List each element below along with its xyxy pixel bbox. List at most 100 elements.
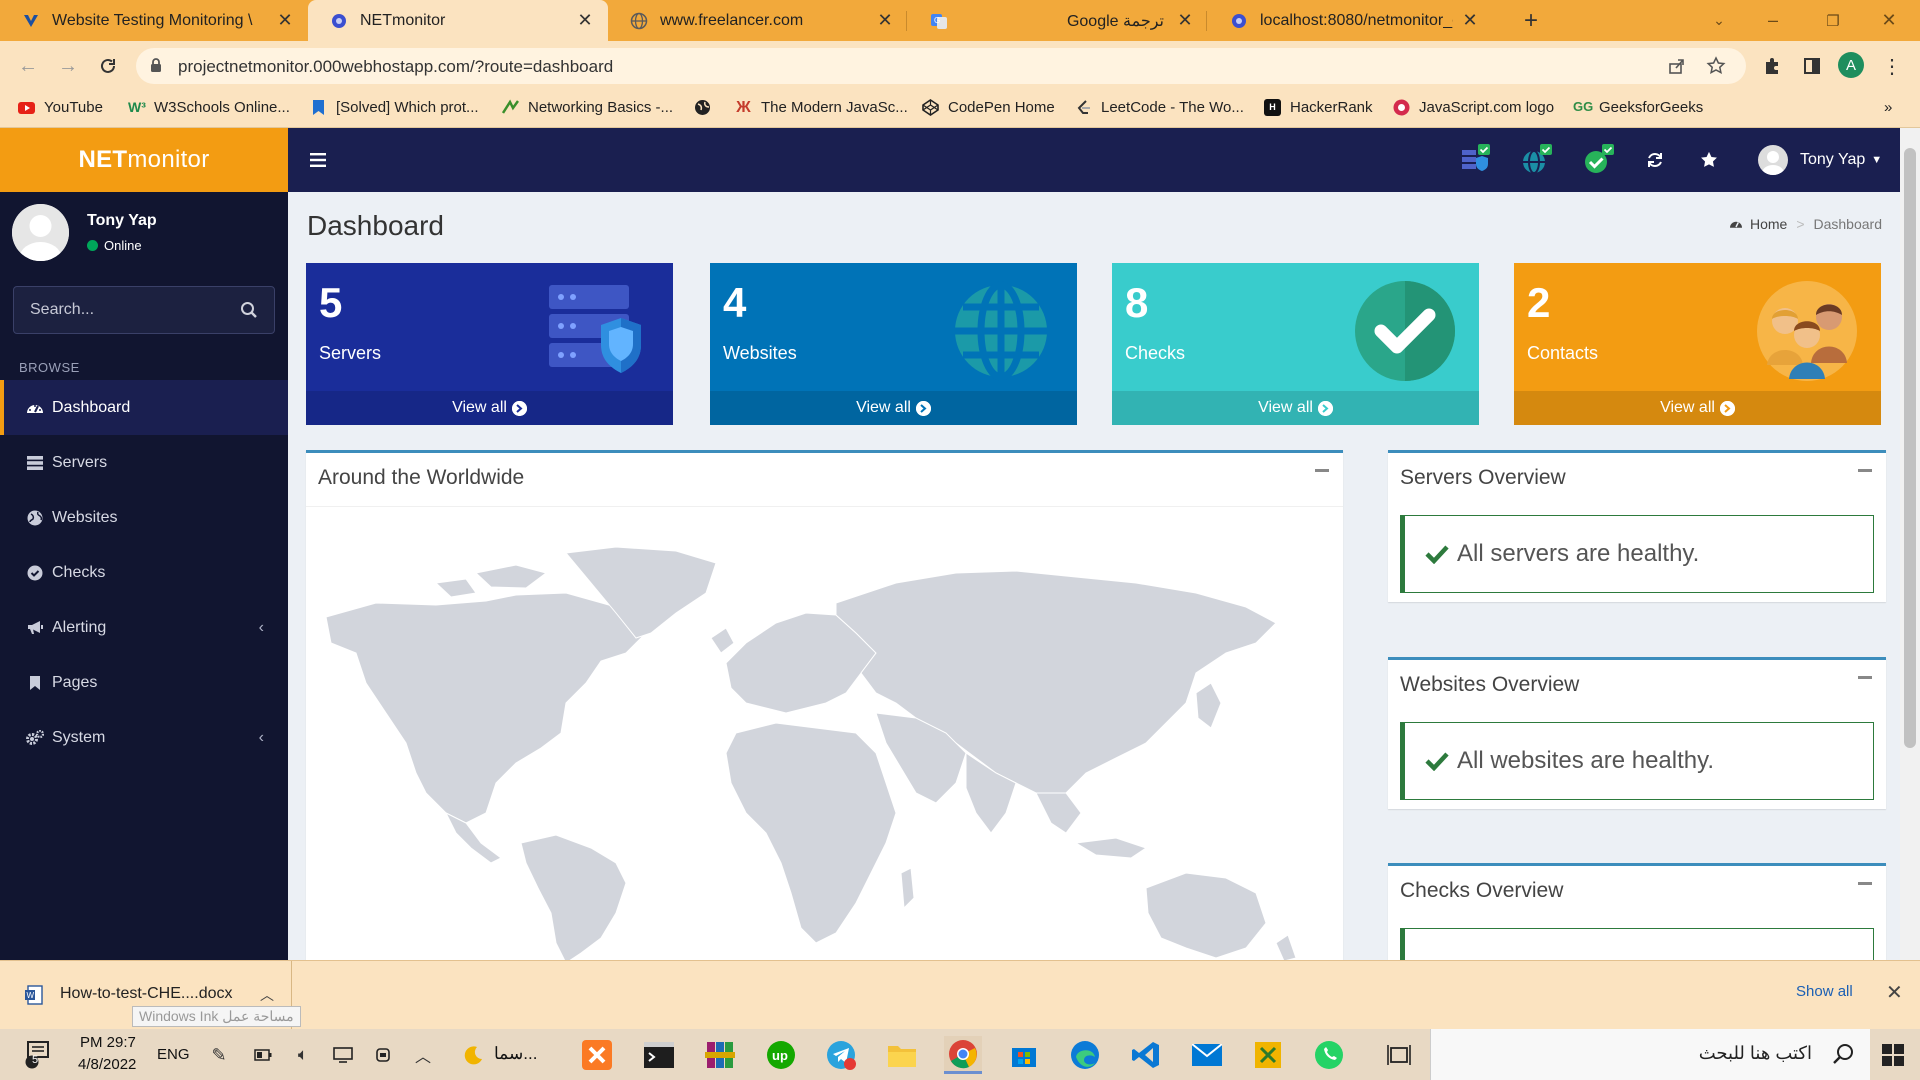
side-panel-button[interactable] <box>1796 50 1828 82</box>
mail-app[interactable] <box>1188 1036 1226 1074</box>
view-all-checks-link[interactable]: View all <box>1112 391 1479 425</box>
sidebar-item-dashboard[interactable]: Dashboard <box>0 380 288 435</box>
weather-moon-icon[interactable] <box>454 1036 492 1074</box>
sidebar-item-system[interactable]: System ‹ <box>0 710 288 765</box>
snipping-app[interactable] <box>1249 1036 1287 1074</box>
favorites-button[interactable] <box>1691 142 1727 178</box>
tab-favicon <box>1232 13 1246 28</box>
breadcrumb-home[interactable]: Home <box>1750 216 1787 232</box>
bookmark-geeksforgeeks[interactable]: GG GeeksforGeeks <box>1573 99 1703 116</box>
tab-google-translate[interactable]: G Google ترجمة ✕ <box>908 0 1208 41</box>
clock-time[interactable]: PM 29:7 <box>80 1034 136 1051</box>
upwork-app[interactable]: up <box>762 1036 800 1074</box>
websites-status-button[interactable] <box>1518 142 1554 178</box>
close-icon[interactable]: ✕ <box>276 10 294 31</box>
bookmark-solved[interactable]: [Solved] Which prot... <box>310 99 479 116</box>
telegram-app[interactable] <box>822 1036 860 1074</box>
view-all-servers-link[interactable]: View all <box>306 391 673 425</box>
chrome-menu-button[interactable]: ⋮ <box>1876 50 1908 82</box>
scrollbar-thumb[interactable] <box>1904 148 1916 748</box>
xampp-app[interactable] <box>578 1036 616 1074</box>
file-explorer-app[interactable] <box>883 1036 921 1074</box>
reload-button[interactable] <box>92 50 124 82</box>
tab-localhost[interactable]: localhost:8080/netmonitor_code/ ✕ <box>1208 0 1493 41</box>
refresh-button[interactable] <box>1637 142 1673 178</box>
search-input[interactable] <box>14 287 224 333</box>
sidebar-item-alerting[interactable]: Alerting ‹ <box>0 600 288 655</box>
chrome-icon <box>949 1039 977 1068</box>
search-icon[interactable] <box>240 301 258 319</box>
chevron-up-icon[interactable]: ︿ <box>404 1036 442 1074</box>
start-button[interactable] <box>1874 1036 1912 1074</box>
address-bar[interactable]: projectnetmonitor.000webhostapp.com/?rou… <box>136 48 1746 84</box>
world-map[interactable] <box>316 543 1336 960</box>
language-indicator[interactable]: ENG <box>157 1046 190 1063</box>
bookmark-modern-js[interactable]: Ж The Modern JavaSc... <box>735 99 907 116</box>
sidebar-item-servers[interactable]: Servers <box>0 435 288 490</box>
network-icon[interactable] <box>324 1036 362 1074</box>
forward-button[interactable]: → <box>52 50 84 82</box>
sidebar-item-websites[interactable]: Websites <box>0 490 288 545</box>
bookmark-javascript[interactable]: JavaScript.com logo <box>1393 99 1554 116</box>
volume-icon[interactable]: 🔈︎ <box>284 1036 322 1074</box>
sidebar-item-checks[interactable]: Checks <box>0 545 288 600</box>
meet-now-icon[interactable] <box>364 1036 402 1074</box>
chrome-app[interactable] <box>944 1036 982 1074</box>
windows-ink-button[interactable]: ✎ <box>200 1036 238 1074</box>
show-all-downloads-button[interactable]: Show all <box>1796 983 1853 1000</box>
tab-search-button[interactable]: ⌄ <box>1696 0 1742 41</box>
task-view-button[interactable] <box>1380 1036 1418 1074</box>
bookmark-globe[interactable] <box>694 99 720 116</box>
edge-app[interactable] <box>1066 1036 1104 1074</box>
whatsapp-app[interactable] <box>1310 1036 1348 1074</box>
close-icon[interactable]: ✕ <box>876 10 894 31</box>
vscode-app[interactable] <box>1127 1036 1165 1074</box>
clock-date[interactable]: 4/8/2022 <box>78 1056 136 1073</box>
battery-icon[interactable] <box>244 1036 282 1074</box>
terminal-app[interactable] <box>640 1036 678 1074</box>
bookmark-hackerrank[interactable]: H HackerRank <box>1264 99 1373 116</box>
bookmark-youtube[interactable]: YouTube <box>18 99 103 116</box>
sidebar-toggle-button[interactable] <box>300 142 336 178</box>
user-menu-button[interactable]: Tony Yap ▼ <box>1758 142 1882 178</box>
sidebar-item-pages[interactable]: Pages <box>0 655 288 710</box>
extensions-button[interactable] <box>1756 50 1788 82</box>
minimize-icon[interactable] <box>1858 469 1872 472</box>
restore-button[interactable]: ❐ <box>1810 0 1856 41</box>
app-logo[interactable]: NET monitor <box>0 128 288 192</box>
share-icon[interactable] <box>1668 57 1686 75</box>
taskbar-search[interactable]: اكتب هنا للبحث <box>1430 1029 1870 1080</box>
tab-netmonitor[interactable]: NETmonitor ✕ <box>308 0 608 41</box>
minimize-icon[interactable] <box>1858 676 1872 679</box>
back-button[interactable]: ← <box>12 50 44 82</box>
close-window-button[interactable]: ✕ <box>1866 0 1912 41</box>
chevron-up-icon[interactable]: ︿ <box>260 985 274 1005</box>
mail-icon <box>1192 1044 1222 1066</box>
bookmark-codepen[interactable]: CodePen Home <box>922 99 1055 116</box>
view-all-websites-link[interactable]: View all <box>710 391 1077 425</box>
bookmark-networking[interactable]: Networking Basics -... <box>502 99 673 116</box>
minimize-button[interactable]: – <box>1750 0 1796 41</box>
view-all-contacts-link[interactable]: View all <box>1514 391 1881 425</box>
bookmarks-overflow-button[interactable]: » <box>1884 99 1892 116</box>
notifications-button[interactable]: 5 <box>18 1036 56 1074</box>
new-tab-button[interactable]: + <box>1508 0 1554 41</box>
tab-freelancer[interactable]: www.freelancer.com ✕ <box>608 0 908 41</box>
bookmark-w3schools[interactable]: W³ W3Schools Online... <box>128 99 290 116</box>
star-icon[interactable] <box>1706 56 1726 76</box>
store-app[interactable] <box>1005 1036 1043 1074</box>
close-icon[interactable]: ✕ <box>1176 10 1194 31</box>
profile-avatar[interactable]: A <box>1838 52 1864 78</box>
tab-website-testing[interactable]: Website Testing Monitoring \ ✕ <box>0 0 308 41</box>
winrar-app[interactable] <box>701 1036 739 1074</box>
minimize-icon[interactable] <box>1858 882 1872 885</box>
checks-status-button[interactable] <box>1580 142 1616 178</box>
minimize-icon[interactable] <box>1315 469 1329 472</box>
pen-icon: ✎ <box>211 1044 227 1065</box>
servers-status-button[interactable] <box>1456 142 1492 178</box>
close-icon[interactable]: ✕ <box>1461 10 1479 31</box>
close-icon[interactable]: ✕ <box>576 10 594 31</box>
weather-text[interactable]: سما... <box>494 1044 537 1064</box>
close-icon[interactable]: ✕ <box>1886 980 1903 1005</box>
bookmark-leetcode[interactable]: LeetCode - The Wo... <box>1075 99 1244 116</box>
